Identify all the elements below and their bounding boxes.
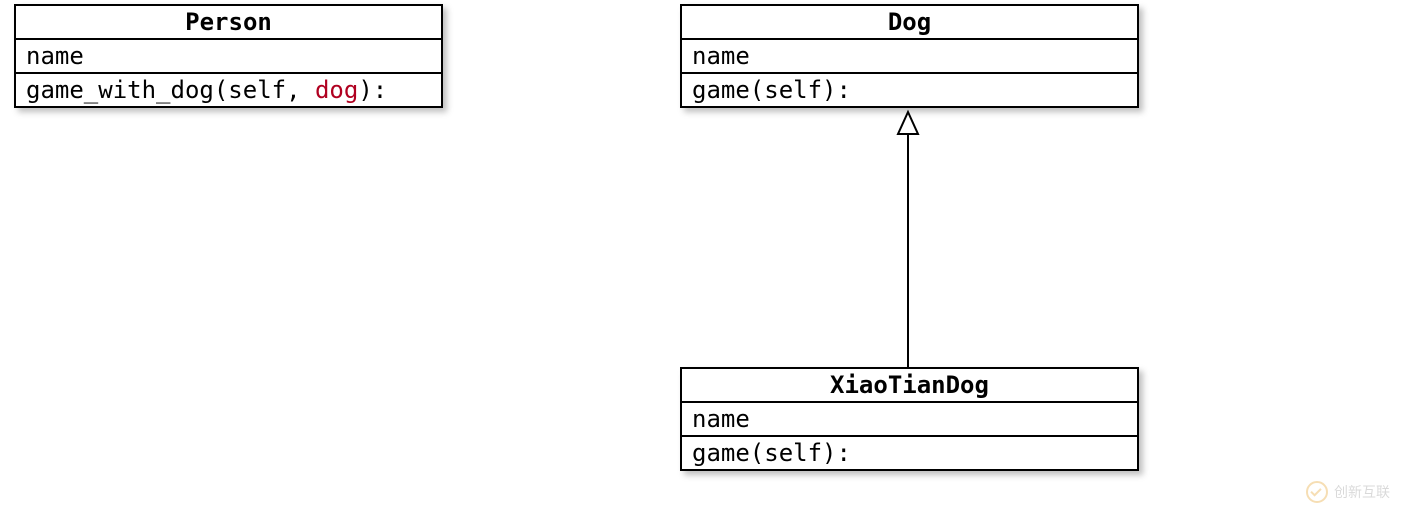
inheritance-arrow (0, 0, 1402, 509)
